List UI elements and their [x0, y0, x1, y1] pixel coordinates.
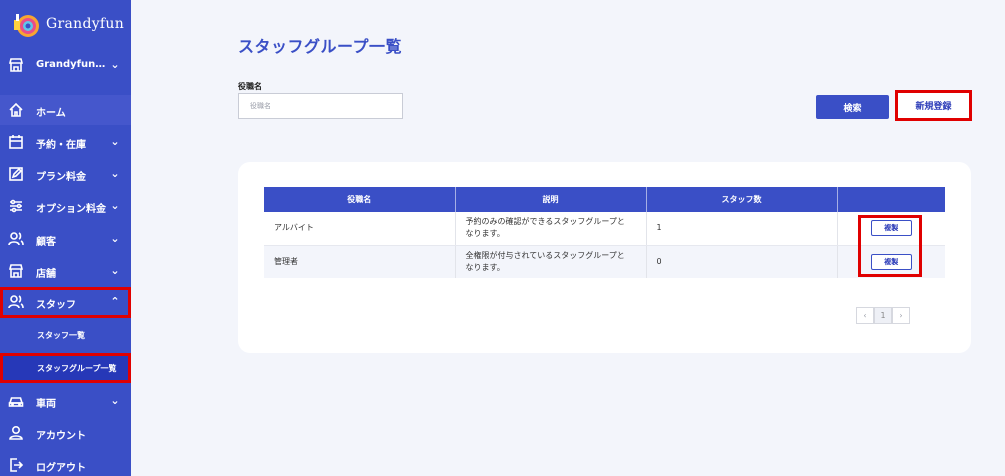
column-header-staff-count[interactable]: スタッフ数 [646, 187, 838, 212]
pagination: ‹ 1 › [856, 307, 910, 324]
car-icon [8, 397, 24, 407]
table-header-row: 役職名 説明 スタッフ数 [264, 187, 945, 212]
store-selector[interactable]: Grandyfun… ⌄ [0, 50, 131, 80]
description-line: 予約のみの確認ができるスタッフグループと [465, 217, 625, 227]
sidebar-subitem-staff-group-list[interactable]: スタッフグループ一覧 [0, 353, 131, 383]
sidebar-item-label: オプション料金 [36, 204, 106, 215]
sidebar-item-label: アカウント [36, 431, 86, 442]
chevron-down-icon: ⌄ [110, 58, 120, 71]
role-name-cell: 管理者 [264, 245, 456, 278]
chevron-down-icon: ⌄ [110, 264, 120, 277]
role-name-input[interactable] [238, 93, 403, 119]
search-button[interactable]: 検索 [816, 95, 889, 119]
sidebar-item-label: ログアウト [36, 463, 86, 474]
column-header-actions [837, 187, 945, 212]
users-icon [8, 232, 24, 246]
pagination-prev-button[interactable]: ‹ [856, 307, 874, 324]
chevron-up-icon: ⌃ [110, 295, 120, 308]
sidebar-item-reservations[interactable]: 予約・在庫 ⌄ [0, 127, 131, 157]
chevron-down-icon: ⌄ [110, 135, 120, 148]
sidebar-item-plan-price[interactable]: プラン料金 ⌄ [0, 159, 131, 189]
sidebar-subitem-label: スタッフ一覧 [37, 330, 85, 340]
table-row[interactable]: アルバイト 予約のみの確認ができるスタッフグループと なります。 1 複製 [264, 212, 945, 246]
role-name-label: 役職名 [238, 82, 262, 91]
table-row[interactable]: 管理者 全権限が付与されているスタッフグループと なります。 0 複製 [264, 245, 945, 278]
staff-count-cell: 1 [646, 212, 838, 246]
chevron-down-icon: ⌄ [110, 232, 120, 245]
sidebar-item-staff[interactable]: スタッフ ⌃ [0, 287, 131, 318]
role-name-cell: アルバイト [264, 212, 456, 246]
sidebar-item-stores[interactable]: 店舗 ⌄ [0, 256, 131, 286]
sidebar-item-label: ホーム [36, 108, 66, 119]
sidebar-item-logout[interactable]: ログアウト [0, 450, 131, 476]
sidebar-item-option-price[interactable]: オプション料金 ⌄ [0, 191, 131, 221]
staff-icon [8, 295, 24, 309]
staff-count-cell: 0 [646, 245, 838, 278]
logo-icon [14, 14, 39, 37]
sidebar-subitem-staff-list[interactable]: スタッフ一覧 [0, 320, 131, 350]
pagination-page-1[interactable]: 1 [874, 307, 892, 324]
chevron-down-icon: ⌄ [110, 167, 120, 180]
account-icon [9, 425, 23, 440]
sidebar-item-account[interactable]: アカウント [0, 418, 131, 448]
sidebar-item-label: 顧客 [36, 237, 56, 248]
column-header-role-name[interactable]: 役職名 [264, 187, 456, 212]
sliders-icon [10, 199, 22, 213]
sidebar-item-vehicles[interactable]: 車両 ⌄ [0, 386, 131, 416]
calendar-icon [9, 135, 23, 149]
sidebar-item-label: 車両 [36, 399, 56, 410]
description-line: なります。 [465, 262, 505, 272]
app-logo[interactable]: Grandyfun [12, 9, 124, 39]
page-title: スタッフグループ一覧 [238, 37, 403, 56]
column-header-description[interactable]: 説明 [455, 187, 647, 212]
sidebar-item-label: スタッフ [36, 300, 76, 311]
home-icon [9, 102, 23, 117]
sidebar-item-customers[interactable]: 顧客 ⌄ [0, 224, 131, 254]
duplicate-buttons-highlight [858, 215, 922, 277]
pagination-next-button[interactable]: › [892, 307, 910, 324]
sidebar-item-label: 予約・在庫 [36, 140, 86, 151]
new-register-label: 新規登録 [915, 102, 952, 112]
app-name: Grandyfun [46, 16, 125, 32]
store-icon [8, 264, 24, 278]
description-cell: 全権限が付与されているスタッフグループと なります。 [455, 245, 647, 278]
logout-icon [10, 458, 24, 472]
sidebar-item-label: 店舗 [36, 269, 56, 280]
new-register-button[interactable]: 新規登録 [895, 90, 972, 121]
chevron-down-icon: ⌄ [110, 199, 120, 212]
store-icon [8, 58, 24, 72]
chevron-down-icon: ⌄ [110, 394, 120, 407]
description-line: 全権限が付与されているスタッフグループと [465, 250, 625, 260]
sidebar-subitem-label: スタッフグループ一覧 [37, 363, 117, 373]
sidebar-item-home[interactable]: ホーム [0, 95, 131, 125]
store-selector-label: Grandyfun… [36, 59, 106, 70]
edit-icon [9, 167, 23, 181]
sidebar-item-label: プラン料金 [36, 172, 86, 183]
staff-group-table: 役職名 説明 スタッフ数 アルバイト 予約のみの確認ができるスタッフグループと … [264, 187, 945, 278]
sidebar: Grandyfun Grandyfun… ⌄ ホーム 予約・在庫 ⌄ プラン料金… [0, 0, 131, 476]
description-line: なります。 [465, 229, 505, 239]
description-cell: 予約のみの確認ができるスタッフグループと なります。 [455, 212, 647, 246]
